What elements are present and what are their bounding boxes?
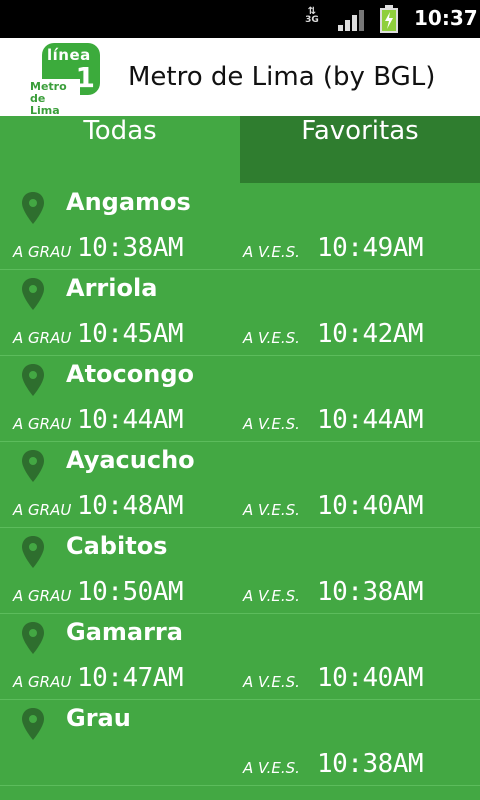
time-grau: 10:44AM	[77, 405, 184, 435]
app-logo: línea 1 Metro de Lima	[28, 43, 106, 119]
direction-ves-label: A V.E.S.	[243, 243, 300, 261]
map-pin-icon	[22, 278, 44, 310]
station-row-angamos[interactable]: Angamos A GRAU 10:38AM A V.E.S. 10:49AM	[0, 183, 480, 270]
station-row-cabitos[interactable]: Cabitos A GRAU 10:50AM A V.E.S. 10:38AM	[0, 527, 480, 614]
time-ves: 10:44AM	[317, 405, 424, 435]
direction-ves-label: A V.E.S.	[243, 329, 300, 347]
page-title: Metro de Lima (by BGL)	[128, 62, 436, 92]
direction-ves-label: A V.E.S.	[243, 587, 300, 605]
station-name: Grau	[66, 704, 131, 732]
direction-ves-label: A V.E.S.	[243, 501, 300, 519]
station-name: Atocongo	[66, 360, 195, 388]
time-grau: 10:47AM	[77, 663, 184, 693]
status-clock: 10:37	[414, 6, 478, 30]
station-name: Arriola	[66, 274, 158, 302]
station-row-grau[interactable]: Grau A V.E.S. 10:38AM	[0, 699, 480, 786]
station-row-ayacucho[interactable]: Ayacucho A GRAU 10:48AM A V.E.S. 10:40AM	[0, 441, 480, 528]
time-grau: 10:50AM	[77, 577, 184, 607]
tab-todas[interactable]: Todas	[0, 116, 240, 183]
app-header: línea 1 Metro de Lima Metro de Lima (by …	[0, 38, 480, 119]
map-pin-icon	[22, 708, 44, 740]
direction-grau-label: A GRAU	[13, 415, 72, 433]
signal-bars-icon	[338, 9, 364, 31]
time-ves: 10:49AM	[317, 233, 424, 263]
data-arrows-icon: ⇅ 3G	[305, 6, 319, 25]
tab-bar: Todas Favoritas	[0, 116, 480, 183]
time-ves: 10:38AM	[317, 577, 424, 607]
time-ves: 10:40AM	[317, 491, 424, 521]
station-name: Gamarra	[66, 618, 183, 646]
direction-grau-label: A GRAU	[13, 501, 72, 519]
status-bar: ⇅ 3G 10:37	[0, 0, 480, 38]
map-pin-icon	[22, 622, 44, 654]
station-row-arriola[interactable]: Arriola A GRAU 10:45AM A V.E.S. 10:42AM	[0, 269, 480, 356]
time-ves: 10:38AM	[317, 749, 424, 779]
direction-grau-label: A GRAU	[13, 243, 72, 261]
time-grau: 10:45AM	[77, 319, 184, 349]
logo-caption: Metro de Lima	[28, 79, 80, 119]
time-grau: 10:48AM	[77, 491, 184, 521]
direction-ves-label: A V.E.S.	[243, 673, 300, 691]
map-pin-icon	[22, 450, 44, 482]
time-grau: 10:38AM	[77, 233, 184, 263]
direction-grau-label: A GRAU	[13, 673, 72, 691]
map-pin-icon	[22, 536, 44, 568]
time-ves: 10:40AM	[317, 663, 424, 693]
station-list[interactable]: Angamos A GRAU 10:38AM A V.E.S. 10:49AM …	[0, 183, 480, 800]
map-pin-icon	[22, 364, 44, 396]
battery-charging-icon	[380, 5, 398, 33]
logo-caption-2: de Lima	[30, 92, 60, 117]
tab-favoritas[interactable]: Favoritas	[240, 116, 480, 183]
direction-ves-label: A V.E.S.	[243, 759, 300, 777]
station-name: Cabitos	[66, 532, 168, 560]
station-name: Angamos	[66, 188, 191, 216]
station-row-gamarra[interactable]: Gamarra A GRAU 10:47AM A V.E.S. 10:40AM	[0, 613, 480, 700]
station-row-atocongo[interactable]: Atocongo A GRAU 10:44AM A V.E.S. 10:44AM	[0, 355, 480, 442]
station-name: Ayacucho	[66, 446, 195, 474]
direction-ves-label: A V.E.S.	[243, 415, 300, 433]
time-ves: 10:42AM	[317, 319, 424, 349]
direction-grau-label: A GRAU	[13, 587, 72, 605]
direction-grau-label: A GRAU	[13, 329, 72, 347]
map-pin-icon	[22, 192, 44, 224]
